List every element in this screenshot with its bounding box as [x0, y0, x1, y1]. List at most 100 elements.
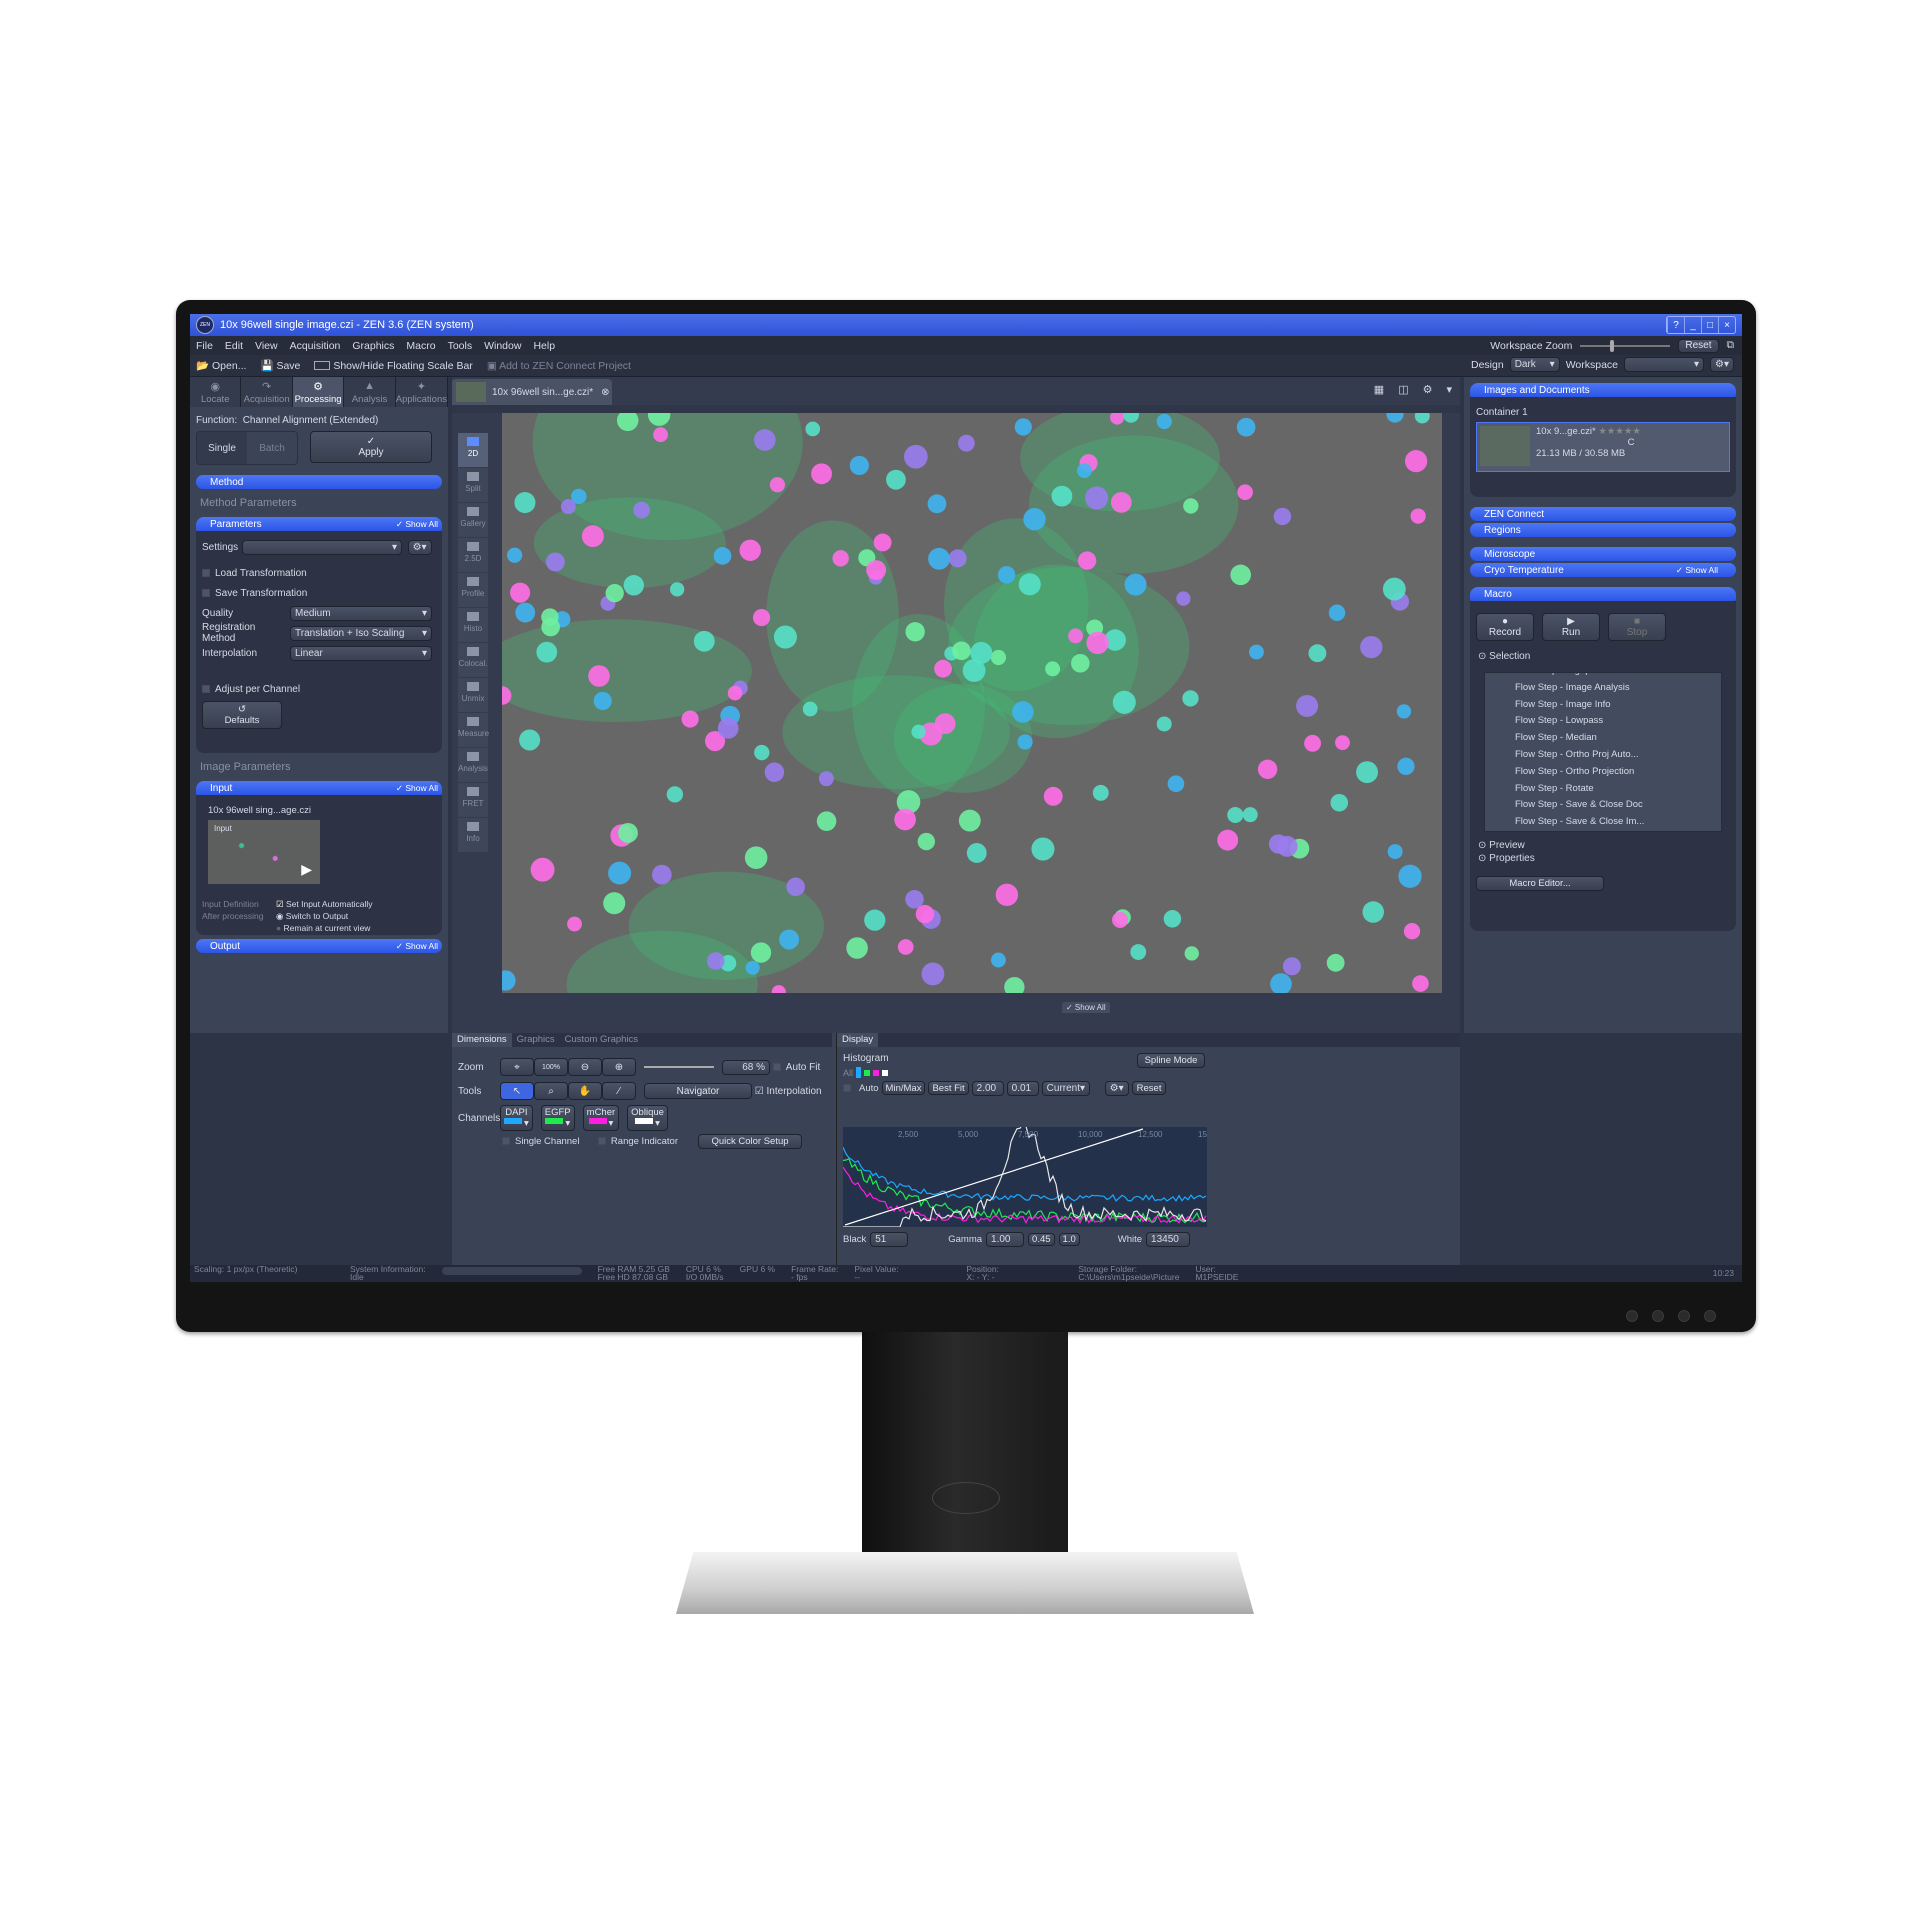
tab-custom-graphics[interactable]: Custom Graphics [560, 1033, 643, 1047]
gamma-10-button[interactable]: 1.0 [1058, 1232, 1080, 1246]
menu-acquisition[interactable]: Acquisition [290, 340, 341, 352]
save-transformation-checkbox[interactable] [202, 589, 210, 597]
menu-tools[interactable]: Tools [448, 340, 473, 352]
flow-step-item[interactable]: Flow Step - Ortho Projection [1515, 764, 1709, 781]
undock-icon[interactable]: ⧉ [1727, 339, 1735, 352]
tab-graphics[interactable]: Graphics [512, 1033, 560, 1047]
tab-locate[interactable]: ◉ Locate [190, 377, 242, 407]
adjust-per-channel-checkbox[interactable] [202, 685, 210, 693]
spline-mode-button[interactable]: Spline Mode [1137, 1053, 1205, 1068]
parameters-header[interactable]: Parameters ✓ Show All [196, 517, 442, 531]
tab-acquisition[interactable]: ↷ Acquisition [241, 377, 293, 407]
preview-expander[interactable]: ⊙ Preview [1478, 840, 1728, 851]
view-histo[interactable]: Histo [458, 608, 488, 642]
selection-expander[interactable]: ⊙ Selection [1478, 651, 1728, 662]
zoom-in-icon[interactable]: ⊕ [602, 1058, 636, 1076]
close-tab-icon[interactable]: ⊗ [601, 387, 609, 398]
document-item[interactable]: 10x 9...ge.czi* ★★★★★ C 21.13 MB / 30.58 M… [1476, 422, 1730, 472]
input-header[interactable]: Input ✓ Show All [196, 781, 442, 795]
maximize-button[interactable]: □ [1701, 317, 1718, 333]
zoom-value-input[interactable]: 68 % [722, 1059, 770, 1075]
current-select[interactable]: Current ▾ [1041, 1080, 1090, 1096]
gamma-input[interactable]: 1.00 [986, 1231, 1025, 1247]
navigator-button[interactable]: Navigator [644, 1083, 752, 1099]
tab-dimensions[interactable]: Dimensions [452, 1033, 512, 1047]
channel-egfp-button[interactable]: EGFP ▾ [540, 1105, 575, 1131]
channel-dapi-button[interactable]: DAPI ▾ [500, 1105, 533, 1131]
view-unmix[interactable]: Unmix [458, 678, 488, 712]
fit-icon[interactable]: ⌖ [500, 1058, 534, 1076]
macro-header[interactable]: Macro [1470, 587, 1736, 601]
workspace-reset-button[interactable]: Reset [1678, 338, 1719, 353]
pipette-tool[interactable]: ⁄ [602, 1082, 636, 1100]
help-button[interactable]: ? [1667, 317, 1684, 333]
menu-window[interactable]: Window [484, 340, 521, 352]
view-gallery[interactable]: Gallery [458, 503, 488, 537]
batch-button[interactable]: Batch [247, 432, 297, 464]
view-profile[interactable]: Profile [458, 573, 488, 607]
display-gear-button[interactable]: ⚙▾ [1104, 1080, 1129, 1096]
flow-step-item[interactable]: Flow Step - Highpass [1515, 673, 1709, 680]
menu-help[interactable]: Help [533, 340, 555, 352]
minimize-button[interactable]: _ [1684, 317, 1701, 333]
pointer-tool[interactable]: ↖ [500, 1082, 534, 1100]
view-analysis[interactable]: Analysis [458, 748, 488, 782]
show-all-toggle[interactable]: ✓ Show All [396, 519, 438, 530]
view-2d[interactable]: 2D [458, 433, 488, 467]
workspace-select[interactable]: ▾ [1624, 357, 1705, 372]
flow-step-item[interactable]: Flow Step - Save & Close Im... [1515, 814, 1709, 831]
best-fit-button[interactable]: Best Fit [928, 1081, 969, 1095]
registration-method-select[interactable]: Translation + Iso Scaling ▾ [290, 625, 432, 641]
menu-file[interactable]: File [196, 340, 213, 352]
output-header[interactable]: Output ✓ Show All [196, 939, 442, 953]
grid-view-icon[interactable]: ▦ [1374, 383, 1384, 396]
channel-mcher-button[interactable]: mCher ▾ [582, 1105, 620, 1131]
view-info[interactable]: Info [458, 818, 488, 852]
switch-output-radio[interactable]: ◉ [276, 911, 283, 922]
settings-gear-button[interactable]: ⚙▾ [407, 539, 432, 555]
zoom-100-button[interactable]: 100% [534, 1058, 568, 1076]
white-input[interactable]: 13450 [1146, 1231, 1191, 1247]
tab-display[interactable]: Display [837, 1033, 879, 1047]
stop-button[interactable]: ■ Stop [1608, 613, 1666, 641]
apply-button[interactable]: ✓ Apply [310, 431, 432, 463]
menu-edit[interactable]: Edit [225, 340, 243, 352]
microscope-header[interactable]: Microscope [1470, 547, 1736, 561]
save-button[interactable]: 💾 Save [260, 359, 300, 372]
load-transformation-checkbox[interactable] [202, 569, 210, 577]
close-button[interactable]: × [1718, 317, 1735, 333]
remain-radio[interactable]: ● [276, 923, 281, 933]
view-split[interactable]: Split [458, 468, 488, 502]
range-indicator-checkbox[interactable] [597, 1137, 606, 1145]
split-view-icon[interactable]: ◫ [1398, 383, 1408, 396]
zoom-slider[interactable] [644, 1066, 714, 1068]
menu-view[interactable]: View [255, 340, 278, 352]
design-select[interactable]: Dark ▾ [1509, 357, 1560, 372]
best-fit-offset-input[interactable]: 0.01 [1006, 1080, 1039, 1096]
interpolation-checkbox[interactable]: ☑ [755, 1086, 764, 1097]
single-button[interactable]: Single [197, 432, 247, 464]
properties-expander[interactable]: ⊙ Properties [1478, 853, 1728, 864]
record-button[interactable]: ● Record [1476, 613, 1534, 641]
view-2-5d[interactable]: 2.5D [458, 538, 488, 572]
auto-fit-checkbox[interactable] [772, 1063, 781, 1071]
set-input-checkbox[interactable]: ☑ [276, 899, 284, 910]
histogram-channel-select[interactable]: All [843, 1067, 1454, 1078]
view-colocal[interactable]: Colocal. [458, 643, 488, 677]
zoom-out-icon[interactable]: ⊖ [568, 1058, 602, 1076]
flow-step-item[interactable]: Flow Step - Rotate [1515, 781, 1709, 798]
macro-editor-button[interactable]: Macro Editor... [1476, 876, 1604, 891]
cryo-temperature-header[interactable]: Cryo Temperature ✓ Show All [1470, 563, 1736, 577]
menu-graphics[interactable]: Graphics [352, 340, 394, 352]
auto-checkbox[interactable] [843, 1084, 851, 1092]
flow-step-item[interactable]: Flow Step - Image Info [1515, 697, 1709, 714]
black-input[interactable]: 51 [870, 1231, 909, 1247]
display-reset-button[interactable]: Reset [1131, 1081, 1167, 1095]
pan-tool[interactable]: ✋ [568, 1082, 602, 1100]
histogram-chart[interactable]: 2,500 5,000 7,500 10,000 12,500 15,000 [843, 1127, 1207, 1227]
scalebar-button[interactable]: Show/Hide Floating Scale Bar [314, 360, 473, 372]
flow-step-list[interactable]: Flow Step - HighpassFlow Step - Image An… [1484, 672, 1722, 832]
tab-applications[interactable]: ✦ Applications [395, 377, 448, 407]
flow-step-item[interactable]: Flow Step - Median [1515, 730, 1709, 747]
flow-step-item[interactable]: Flow Step - Image Analysis [1515, 680, 1709, 697]
